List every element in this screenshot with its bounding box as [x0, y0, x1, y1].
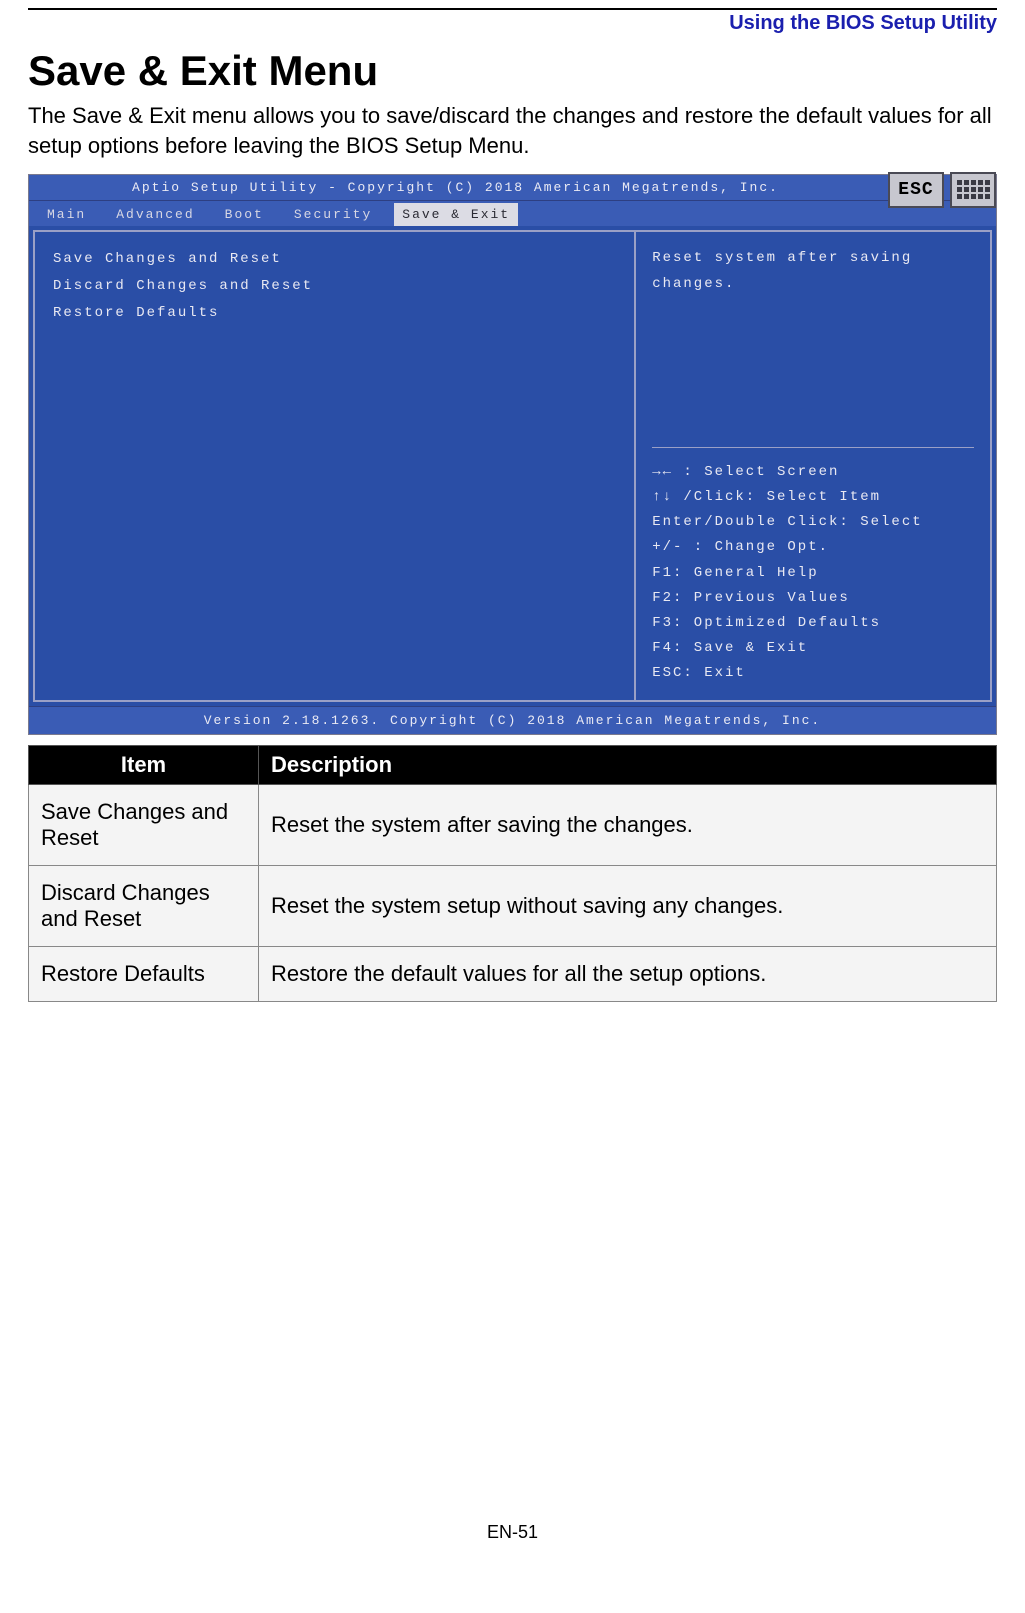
keyboard-icon[interactable] — [950, 172, 996, 208]
bios-tab-bar: Main Advanced Boot Security Save & Exit — [29, 201, 996, 226]
menu-item-save-changes[interactable]: Save Changes and Reset — [53, 246, 616, 273]
key-help-0: →← : Select Screen — [652, 460, 974, 485]
tab-advanced[interactable]: Advanced — [108, 203, 202, 226]
bios-utility-title: Aptio Setup Utility - Copyright (C) 2018… — [29, 180, 882, 195]
cell-desc: Reset the system after saving the change… — [259, 785, 997, 866]
key-help-3: +/- : Change Opt. — [652, 535, 974, 560]
table-row: Discard Changes and Reset Reset the syst… — [29, 866, 997, 947]
tab-security[interactable]: Security — [286, 203, 380, 226]
key-help-2: Enter/Double Click: Select — [652, 510, 974, 535]
description-table: Item Description Save Changes and Reset … — [28, 745, 997, 1002]
key-help-8: ESC: Exit — [652, 661, 974, 686]
page-title: Save & Exit Menu — [28, 47, 997, 95]
bios-menu-pane: Save Changes and Reset Discard Changes a… — [33, 230, 634, 702]
esc-button[interactable]: ESC — [888, 172, 944, 208]
bios-screenshot: Aptio Setup Utility - Copyright (C) 2018… — [28, 174, 997, 735]
cell-desc: Reset the system setup without saving an… — [259, 866, 997, 947]
key-help-5: F2: Previous Values — [652, 586, 974, 611]
key-help-7: F4: Save & Exit — [652, 636, 974, 661]
table-header-item: Item — [29, 746, 259, 785]
intro-text: The Save & Exit menu allows you to save/… — [28, 101, 997, 160]
bios-version-footer: Version 2.18.1263. Copyright (C) 2018 Am… — [29, 706, 996, 734]
table-row: Restore Defaults Restore the default val… — [29, 947, 997, 1002]
tab-boot[interactable]: Boot — [217, 203, 272, 226]
menu-item-discard-changes[interactable]: Discard Changes and Reset — [53, 273, 616, 300]
bios-item-help: Reset system after saving changes. — [652, 246, 974, 296]
table-header-description: Description — [259, 746, 997, 785]
cell-item: Restore Defaults — [29, 947, 259, 1002]
cell-item: Save Changes and Reset — [29, 785, 259, 866]
tab-main[interactable]: Main — [39, 203, 94, 226]
tab-save-exit[interactable]: Save & Exit — [394, 203, 518, 226]
key-help-1: ↑↓ /Click: Select Item — [652, 485, 974, 510]
key-help-6: F3: Optimized Defaults — [652, 611, 974, 636]
menu-item-restore-defaults[interactable]: Restore Defaults — [53, 300, 616, 327]
cell-item: Discard Changes and Reset — [29, 866, 259, 947]
key-help-4: F1: General Help — [652, 561, 974, 586]
table-row: Save Changes and Reset Reset the system … — [29, 785, 997, 866]
bios-help-pane: Reset system after saving changes. →← : … — [634, 230, 992, 702]
breadcrumb: Using the BIOS Setup Utility — [28, 10, 997, 41]
page-number: EN-51 — [28, 1522, 997, 1563]
cell-desc: Restore the default values for all the s… — [259, 947, 997, 1002]
